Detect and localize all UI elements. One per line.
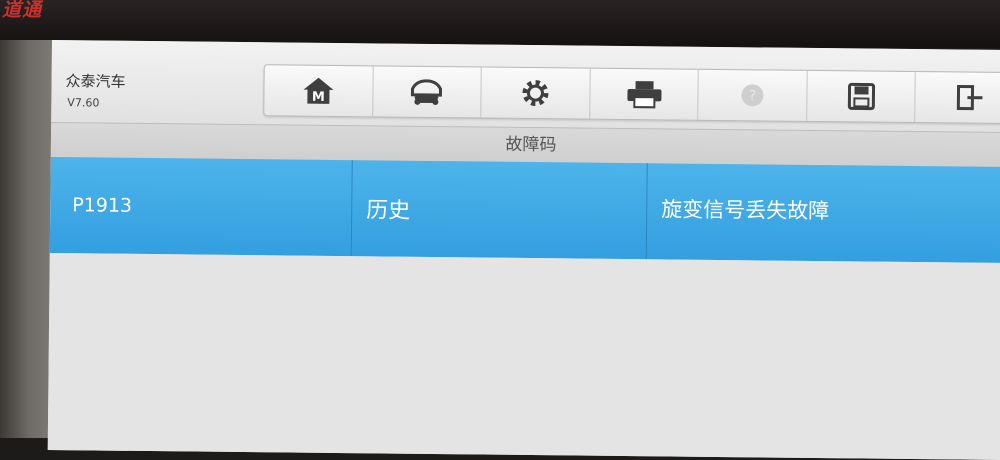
dtc-row[interactable]: P1913 历史 旋变信号丢失故障	[49, 156, 1000, 264]
device-brand-logo: 道通	[2, 0, 43, 21]
help-icon: ?	[741, 84, 764, 107]
gear-icon	[522, 80, 549, 107]
vehicle-button[interactable]	[372, 66, 482, 118]
device-bezel-left	[0, 40, 52, 438]
help-button[interactable]: ?	[698, 69, 808, 121]
screen: 众泰汽车 V7.60 M ? 故障码 P1913 历史 旋变信号丢失故障	[47, 40, 1000, 460]
section-title: 故障码	[505, 134, 557, 156]
car-vehicle-icon	[411, 79, 443, 106]
save-button[interactable]	[807, 70, 917, 123]
settings-button[interactable]	[481, 67, 591, 119]
dtc-description: 旋变信号丢失故障	[661, 197, 830, 224]
printer-icon	[626, 81, 662, 109]
home-m-icon: M	[303, 77, 334, 105]
dtc-status: 历史	[351, 160, 648, 260]
dtc-list-empty-area	[47, 252, 1000, 460]
app-header: 众泰汽车 V7.60 M ?	[51, 40, 1000, 133]
exit-icon	[956, 84, 983, 111]
print-button[interactable]	[589, 68, 700, 120]
home-button[interactable]: M	[264, 65, 374, 117]
app-title: 众泰汽车	[65, 72, 126, 91]
exit-button[interactable]	[916, 72, 1000, 123]
save-icon	[847, 82, 875, 111]
app-version: V7.60	[67, 96, 100, 110]
dtc-code: P1913	[49, 156, 353, 257]
svg-text:?: ?	[749, 88, 757, 104]
svg-text:M: M	[312, 90, 325, 105]
toolbar: M ?	[263, 64, 1000, 125]
